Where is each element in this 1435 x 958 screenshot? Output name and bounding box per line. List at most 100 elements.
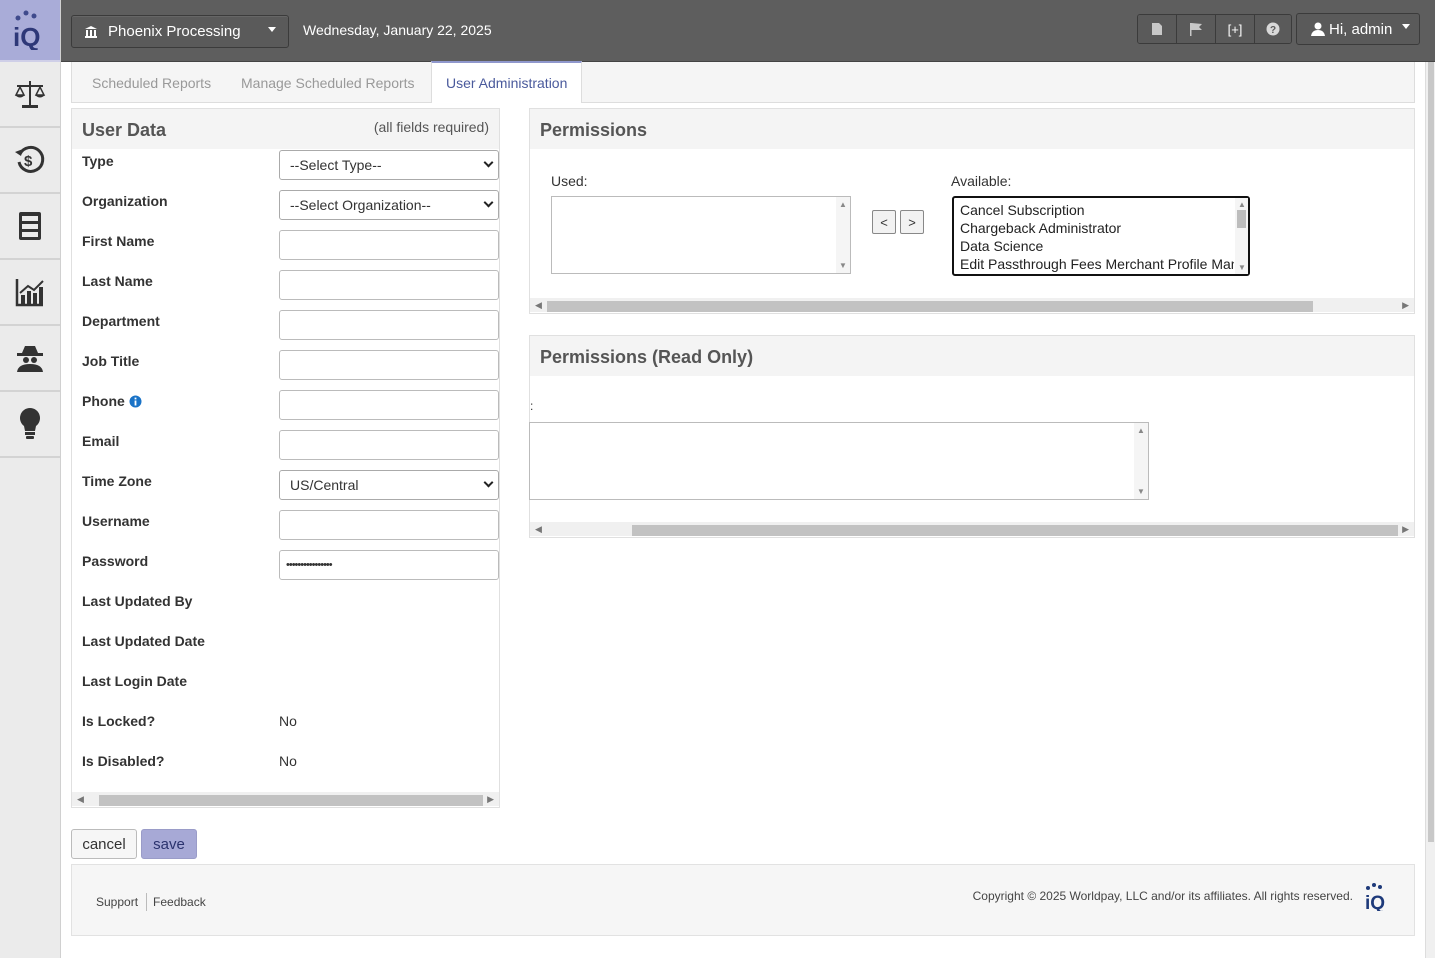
type-select[interactable]: --Select Type-- xyxy=(279,150,499,180)
organization-selector[interactable]: Phoenix Processing xyxy=(71,15,289,48)
available-permission-item[interactable]: Chargeback Administrator xyxy=(960,219,1234,237)
is-locked-value: No xyxy=(279,713,297,729)
scroll-right-icon: ▶ xyxy=(487,794,494,804)
tab-manage-scheduled-reports[interactable]: Manage Scheduled Reports xyxy=(241,62,415,103)
permissions-readonly-panel: Permissions (Read Only) : ▲ ▼ ◀ ▶ xyxy=(529,335,1415,538)
user-greeting: Hi, admin xyxy=(1329,20,1393,38)
scales-icon xyxy=(14,81,46,108)
info-icon[interactable] xyxy=(129,395,142,408)
nav-chart[interactable] xyxy=(0,260,60,326)
footer-links: Support Feedback xyxy=(96,893,206,911)
scroll-down-icon: ▼ xyxy=(1238,263,1246,272)
organization-select[interactable]: --Select Organization-- xyxy=(279,190,499,220)
is-locked-label: Is Locked? xyxy=(82,713,156,729)
add-label: [+] xyxy=(1227,21,1243,37)
save-button[interactable]: save xyxy=(141,829,197,859)
nav-dollar-history[interactable]: $ xyxy=(0,128,60,194)
department-field[interactable] xyxy=(279,310,499,340)
organization-label: Organization xyxy=(82,193,168,209)
available-permissions-list[interactable]: Cancel Subscription Chargeback Administr… xyxy=(952,196,1250,276)
permissions-hscrollbar[interactable]: ◀ ▶ xyxy=(530,298,1414,312)
first-name-field[interactable] xyxy=(279,230,499,260)
svg-text:?: ? xyxy=(1270,25,1276,36)
required-note: (all fields required) xyxy=(373,119,489,135)
flag-button[interactable] xyxy=(1177,15,1216,43)
user-data-panel: User Data (all fields required) Type --S… xyxy=(71,108,500,808)
phone-label-row: Phone xyxy=(82,393,142,409)
svg-text:iQ: iQ xyxy=(13,22,40,50)
last-updated-by-label: Last Updated By xyxy=(82,593,193,609)
first-name-label: First Name xyxy=(82,233,155,249)
support-link[interactable]: Support xyxy=(96,895,138,909)
is-disabled-label: Is Disabled? xyxy=(82,753,165,769)
scroll-down-icon: ▼ xyxy=(1137,487,1145,496)
email-label: Email xyxy=(82,433,120,449)
user-menu-button[interactable]: Hi, admin xyxy=(1296,13,1420,45)
readonly-permissions-list[interactable]: ▲ ▼ xyxy=(529,422,1149,500)
add-button[interactable]: [+] xyxy=(1216,15,1255,43)
last-name-field[interactable] xyxy=(279,270,499,300)
document-button[interactable] xyxy=(1138,15,1177,43)
chevron-down-icon xyxy=(268,27,276,32)
readonly-label: : xyxy=(530,399,534,413)
spy-icon xyxy=(17,346,43,372)
type-select-value: --Select Type-- xyxy=(290,157,382,173)
scroll-up-icon: ▲ xyxy=(839,200,847,209)
organization-name: Phoenix Processing xyxy=(108,23,241,40)
chevron-down-icon xyxy=(483,477,494,488)
chevron-down-icon xyxy=(1402,23,1411,29)
scroll-left-icon: ◀ xyxy=(535,300,542,310)
chevron-down-icon xyxy=(483,197,494,208)
time-zone-select[interactable]: US/Central xyxy=(279,470,499,500)
document-icon xyxy=(1152,23,1162,35)
iq-footer-logo-icon: iQ xyxy=(1365,883,1385,911)
current-date: Wednesday, January 22, 2025 xyxy=(303,22,492,38)
scroll-right-icon: ▶ xyxy=(1402,524,1409,534)
available-permission-item[interactable]: Cancel Subscription xyxy=(960,201,1234,219)
scroll-up-icon: ▲ xyxy=(1137,426,1145,435)
email-field[interactable] xyxy=(279,430,499,460)
job-title-field[interactable] xyxy=(279,350,499,380)
user-data-title: User Data xyxy=(82,120,167,140)
iq-logo-icon: iQ xyxy=(13,10,40,50)
help-icon: ? xyxy=(1266,22,1280,36)
cancel-button[interactable]: cancel xyxy=(71,829,137,859)
last-updated-date-label: Last Updated Date xyxy=(82,633,205,649)
help-button[interactable]: ? xyxy=(1255,15,1291,43)
password-label: Password xyxy=(82,553,149,569)
available-permission-item[interactable]: Data Science xyxy=(960,237,1234,255)
department-label: Department xyxy=(82,313,160,329)
scroll-down-icon: ▼ xyxy=(839,261,847,270)
available-label: Available: xyxy=(951,173,1012,189)
page-scrollbar[interactable] xyxy=(1425,62,1435,958)
top-bar: Phoenix Processing Wednesday, January 22… xyxy=(61,0,1435,62)
footer: Support Feedback Copyright © 2025 Worldp… xyxy=(71,864,1415,936)
username-field[interactable] xyxy=(279,510,499,540)
user-data-hscrollbar[interactable]: ◀ ▶ xyxy=(72,792,499,806)
app-logo[interactable]: iQ xyxy=(0,0,60,62)
nav-lightbulb[interactable] xyxy=(0,392,60,458)
organization-select-value: --Select Organization-- xyxy=(290,197,431,213)
nav-file-cabinet[interactable] xyxy=(0,194,60,260)
phone-label: Phone xyxy=(82,393,125,409)
move-right-button[interactable]: > xyxy=(900,210,924,234)
phone-field[interactable] xyxy=(279,390,499,420)
used-permissions-list[interactable]: ▲ ▼ xyxy=(551,196,851,274)
available-permission-item[interactable]: Edit Passthrough Fees Merchant Profile M… xyxy=(960,255,1234,273)
move-left-button[interactable]: < xyxy=(872,210,896,234)
scroll-up-icon: ▲ xyxy=(1238,200,1246,209)
chart-icon xyxy=(15,279,44,307)
svg-text:iQ: iQ xyxy=(1365,893,1385,911)
feedback-link[interactable]: Feedback xyxy=(153,895,206,909)
tab-scheduled-reports[interactable]: Scheduled Reports xyxy=(92,62,211,103)
readonly-hscrollbar[interactable]: ◀ ▶ xyxy=(530,522,1414,536)
password-field[interactable]: •••••••••••••••• xyxy=(279,550,499,580)
flag-icon xyxy=(1190,23,1202,36)
last-name-label: Last Name xyxy=(82,273,153,289)
sidebar: iQ $ xyxy=(0,0,61,958)
is-disabled-value: No xyxy=(279,753,297,769)
nav-spy[interactable] xyxy=(0,326,60,392)
username-label: Username xyxy=(82,513,150,529)
tab-user-administration[interactable]: User Administration xyxy=(431,61,583,103)
nav-scales[interactable] xyxy=(0,62,60,128)
